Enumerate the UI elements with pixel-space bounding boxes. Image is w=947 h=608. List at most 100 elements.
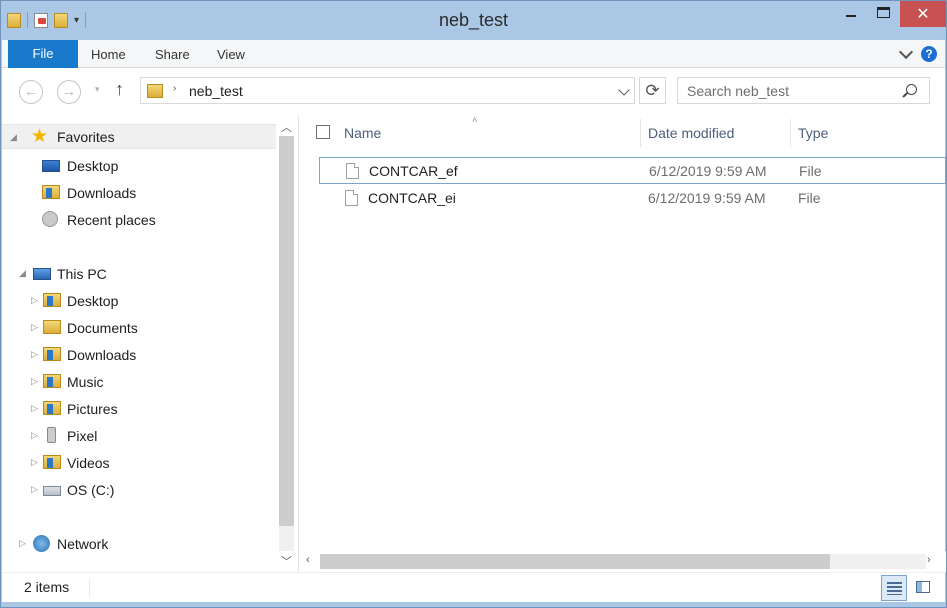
scrollbar-thumb[interactable] (279, 136, 294, 526)
navigation-pane: ◢ ★ Favorites Desktop Downloads Recent p… (2, 115, 298, 572)
close-button[interactable]: ✕ (900, 1, 946, 27)
nav-favorites[interactable]: ◢ ★ Favorites (2, 124, 276, 149)
address-toolbar: ← → ▾ ↑ › neb_test ⟳ Search neb_test (2, 68, 945, 115)
tab-home[interactable]: Home (91, 40, 126, 68)
tab-share[interactable]: Share (155, 40, 190, 68)
nav-item-music[interactable]: ▷ Music (2, 369, 276, 394)
large-icons-view-button[interactable] (911, 575, 937, 601)
search-icon[interactable] (906, 84, 917, 95)
nav-label: Desktop (67, 292, 119, 309)
nav-item-recent-places[interactable]: Recent places (2, 207, 276, 232)
column-header: ˄ Name Date modified Type (299, 115, 946, 151)
file-row[interactable]: CONTCAR_ei 6/12/2019 9:59 AM File (319, 185, 946, 212)
sort-ascending-icon: ˄ (472, 115, 478, 125)
collapse-arrow-icon[interactable]: ◢ (19, 268, 26, 279)
nav-label: OS (C:) (67, 481, 115, 498)
nav-item-favorites-downloads[interactable]: Downloads (2, 180, 276, 205)
expand-arrow-icon[interactable]: ▷ (31, 484, 38, 495)
search-box[interactable]: Search neb_test (677, 77, 930, 104)
column-divider[interactable] (790, 119, 791, 147)
expand-arrow-icon[interactable]: ▷ (19, 538, 26, 549)
nav-item-videos[interactable]: ▷ Videos (2, 450, 276, 475)
collapse-arrow-icon[interactable]: ◢ (10, 132, 17, 143)
computer-icon (33, 268, 51, 280)
forward-button[interactable]: → (57, 80, 81, 104)
title-bar[interactable]: ▾ neb_test ✕ (1, 1, 946, 40)
scroll-up-icon[interactable]: ︿ (281, 119, 292, 134)
status-divider (89, 579, 90, 597)
nav-item-os-drive[interactable]: ▷ OS (C:) (2, 477, 276, 502)
nav-item-pictures[interactable]: ▷ Pictures (2, 396, 276, 421)
nav-item-favorites-desktop[interactable]: Desktop (2, 153, 276, 178)
nav-label: Desktop (67, 157, 119, 174)
expand-arrow-icon[interactable]: ▷ (31, 430, 38, 441)
file-icon (345, 190, 358, 206)
window-controls: ✕ (834, 1, 946, 31)
scroll-right-icon[interactable]: › (927, 554, 931, 566)
nav-this-pc[interactable]: ◢ This PC (2, 261, 276, 286)
expand-arrow-icon[interactable]: ▷ (31, 376, 38, 387)
tab-view[interactable]: View (217, 40, 245, 68)
file-name: CONTCAR_ef (369, 163, 458, 179)
nav-label: Music (67, 373, 104, 390)
expand-ribbon-chevron-icon[interactable] (898, 44, 914, 60)
file-list-horizontal-scrollbar[interactable]: ‹ › (299, 551, 946, 572)
nav-label: This PC (57, 265, 107, 282)
expand-arrow-icon[interactable]: ▷ (31, 349, 38, 360)
expand-arrow-icon[interactable]: ▷ (31, 403, 38, 414)
up-arrow-icon: ↑ (115, 79, 124, 99)
nav-item-pc-downloads[interactable]: ▷ Downloads (2, 342, 276, 367)
details-view-icon (887, 582, 902, 595)
status-bar: 2 items (2, 572, 945, 602)
refresh-button[interactable]: ⟳ (639, 77, 666, 104)
file-type: File (798, 190, 821, 206)
back-button[interactable]: ← (19, 80, 43, 104)
nav-item-documents[interactable]: ▷ Documents (2, 315, 276, 340)
nav-pane-scrollbar[interactable]: ︿ ﹀ (276, 115, 297, 572)
tab-file[interactable]: File (8, 40, 78, 68)
minimize-button[interactable] (834, 1, 867, 23)
select-all-checkbox[interactable] (316, 125, 330, 139)
recent-locations-dropdown[interactable]: ▾ (95, 84, 100, 95)
search-input[interactable]: Search neb_test (687, 83, 789, 99)
maximize-icon (877, 6, 890, 18)
expand-arrow-icon[interactable]: ▷ (31, 295, 38, 306)
nav-label: Downloads (67, 184, 137, 201)
details-view-button[interactable] (881, 575, 907, 601)
nav-item-pixel[interactable]: ▷ Pixel (2, 423, 276, 448)
up-button[interactable]: ↑ (115, 79, 124, 100)
pictures-folder-icon (43, 401, 61, 415)
maximize-button[interactable] (867, 1, 900, 23)
column-date-modified[interactable]: Date modified (648, 125, 734, 141)
file-row[interactable]: CONTCAR_ef 6/12/2019 9:59 AM File (319, 157, 946, 184)
expand-arrow-icon[interactable]: ▷ (31, 457, 38, 468)
scrollbar-thumb[interactable] (320, 554, 830, 569)
nav-label: Pixel (67, 427, 98, 444)
phone-icon (47, 427, 56, 443)
drive-icon (43, 486, 61, 496)
folder-icon (147, 84, 163, 98)
nav-network[interactable]: ▷ Network (2, 531, 276, 556)
column-divider[interactable] (640, 119, 641, 147)
recent-places-icon (42, 211, 58, 227)
nav-label: Favorites (57, 128, 115, 145)
nav-label: Videos (67, 454, 110, 471)
breadcrumb-arrow-icon[interactable]: › (173, 83, 176, 94)
address-bar[interactable]: › neb_test (140, 77, 635, 104)
window-title: neb_test (438, 10, 509, 30)
address-history-chevron-icon[interactable] (618, 84, 630, 96)
breadcrumb-neb-test[interactable]: neb_test (189, 83, 243, 99)
help-icon[interactable]: ? (921, 46, 937, 62)
column-name[interactable]: Name (344, 125, 381, 141)
scroll-left-icon[interactable]: ‹ (306, 554, 310, 566)
column-type[interactable]: Type (798, 125, 828, 141)
nav-item-pc-desktop[interactable]: ▷ Desktop (2, 288, 276, 313)
star-icon: ★ (31, 126, 49, 147)
scroll-down-icon[interactable]: ﹀ (281, 553, 292, 568)
nav-label: Downloads (67, 346, 137, 363)
minimize-icon (845, 15, 856, 17)
ribbon: File Home Share View ? (2, 40, 945, 68)
file-name: CONTCAR_ei (368, 190, 456, 206)
expand-arrow-icon[interactable]: ▷ (31, 322, 38, 333)
item-count: 2 items (24, 579, 70, 595)
